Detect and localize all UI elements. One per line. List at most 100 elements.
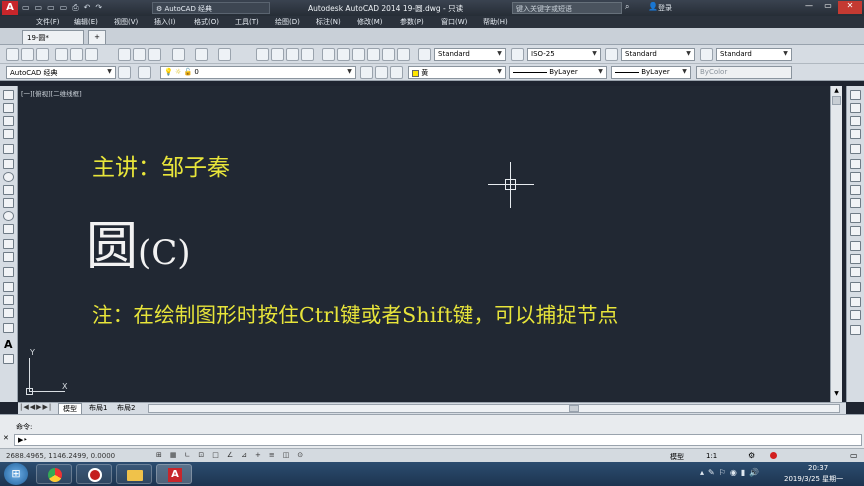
window-minimize-button[interactable]: — — [800, 1, 818, 14]
multileader-style-select[interactable]: Standard ▼ — [716, 48, 792, 61]
menu-format[interactable]: 格式(O) — [194, 17, 219, 27]
workspace-switcher[interactable]: ⚙ AutoCAD 经典 — [152, 2, 270, 14]
pan-icon[interactable] — [256, 48, 269, 61]
linetype-select[interactable]: ByLayer ▼ — [509, 66, 607, 79]
drafting-toggles[interactable]: ⊞▦∟⊡□∠⊿+≡◫⊙ — [156, 451, 356, 461]
search-icon[interactable]: ⌕ — [625, 2, 629, 12]
construction-line-icon[interactable] — [3, 103, 14, 113]
clock-time[interactable]: 20:37 — [808, 464, 828, 472]
fullscreen-icon[interactable]: ▭ — [850, 451, 858, 460]
gradient-icon[interactable] — [3, 295, 14, 305]
line-tool-icon[interactable] — [3, 90, 14, 100]
stretch-icon[interactable] — [850, 198, 861, 208]
make-current-layer-icon[interactable] — [360, 66, 373, 79]
taskbar-recorder-icon[interactable] — [76, 464, 112, 484]
new-tab-button[interactable]: + — [88, 30, 106, 44]
dim-style-icon[interactable] — [511, 48, 524, 61]
annotation-scale[interactable]: 1:1 — [706, 452, 717, 460]
polygon-icon[interactable] — [3, 129, 14, 139]
horizontal-scroll-thumb[interactable] — [569, 405, 579, 412]
tray-icons[interactable]: ▴✎⚐◉▮🔊 — [700, 468, 784, 480]
workspace-select[interactable]: AutoCAD 经典 ▼ — [6, 66, 116, 79]
zoom-window-icon[interactable] — [286, 48, 299, 61]
window-close-button[interactable]: ✕ — [838, 1, 862, 14]
save-icon[interactable] — [36, 48, 49, 61]
command-input[interactable]: ▶‣ — [14, 434, 862, 446]
make-block-icon[interactable] — [3, 252, 14, 262]
viewport-controls[interactable]: [一][俯视][二维线框] — [21, 88, 82, 98]
copy-icon[interactable] — [133, 48, 146, 61]
command-close-icon[interactable]: ✕ — [3, 434, 9, 442]
menu-dimension[interactable]: 标注(N) — [316, 17, 341, 27]
break-at-point-icon[interactable] — [850, 241, 861, 251]
polyline-icon[interactable] — [3, 116, 14, 126]
tool-palettes-icon[interactable] — [352, 48, 365, 61]
paste-icon[interactable] — [148, 48, 161, 61]
properties-icon[interactable] — [322, 48, 335, 61]
scroll-up-button[interactable]: ▲ — [832, 87, 841, 96]
erase-icon[interactable] — [850, 90, 861, 100]
quick-access-icons[interactable]: ▭▭▭▭⎙↶↷ — [22, 3, 142, 13]
calculator-icon[interactable] — [397, 48, 410, 61]
trim-icon[interactable] — [850, 213, 861, 223]
vertical-scrollbar[interactable]: ▲ ▼ — [830, 86, 842, 402]
scroll-down-button[interactable]: ▼ — [832, 390, 841, 399]
cut-icon[interactable] — [118, 48, 131, 61]
open-file-icon[interactable] — [21, 48, 34, 61]
point-icon[interactable] — [3, 267, 14, 277]
start-button[interactable]: ⊞ — [4, 463, 28, 485]
zoom-realtime-icon[interactable] — [271, 48, 284, 61]
user-icon[interactable]: 👤 — [648, 2, 658, 11]
menu-modify[interactable]: 修改(M) — [357, 17, 383, 27]
color-select[interactable]: 黄 ▼ — [408, 66, 506, 79]
array-icon[interactable] — [850, 144, 861, 154]
break-icon[interactable] — [850, 254, 861, 264]
revision-cloud-icon[interactable] — [3, 185, 14, 195]
clock-date[interactable]: 2019/3/25 星期一 — [784, 474, 843, 484]
menu-view[interactable]: 视图(V) — [114, 17, 138, 27]
redo-icon[interactable] — [218, 48, 231, 61]
move-icon[interactable] — [850, 159, 861, 169]
preview-icon[interactable] — [70, 48, 83, 61]
layer-select[interactable]: 💡 ☼ 🔓 0 ▼ — [160, 66, 356, 79]
menu-parametric[interactable]: 参数(P) — [400, 17, 424, 27]
undo-icon[interactable] — [195, 48, 208, 61]
table-icon[interactable] — [3, 323, 14, 333]
spline-icon[interactable] — [3, 198, 14, 208]
search-input[interactable]: 键入关键字或短语 — [512, 2, 622, 14]
window-maximize-button[interactable]: ▭ — [819, 1, 837, 14]
tab-nav-arrows[interactable]: |◀◀▶▶| — [20, 403, 52, 411]
ellipse-arc-icon[interactable] — [3, 224, 14, 234]
publish-icon[interactable] — [85, 48, 98, 61]
table-style-select[interactable]: Standard ▼ — [621, 48, 695, 61]
circle-icon[interactable] — [3, 172, 14, 182]
copy-object-icon[interactable] — [850, 103, 861, 113]
layer-state-icon[interactable] — [390, 66, 403, 79]
dim-style-select[interactable]: ISO-25 ▼ — [527, 48, 601, 61]
menu-draw[interactable]: 绘图(D) — [275, 17, 300, 27]
rotate-icon[interactable] — [850, 172, 861, 182]
login-link[interactable]: 登录 — [658, 3, 672, 13]
insert-block-icon[interactable] — [3, 239, 14, 249]
horizontal-scrollbar[interactable] — [148, 404, 840, 413]
blend-curves-icon[interactable] — [850, 310, 861, 320]
sheet-set-icon[interactable] — [367, 48, 380, 61]
add-selected-icon[interactable] — [3, 354, 14, 364]
print-icon[interactable] — [55, 48, 68, 61]
plotstyle-select[interactable]: ByColor — [696, 66, 792, 79]
taskbar-chrome-icon[interactable] — [36, 464, 72, 484]
menu-insert[interactable]: 插入(I) — [154, 17, 176, 27]
join-icon[interactable] — [850, 267, 861, 277]
menu-window[interactable]: 窗口(W) — [441, 17, 467, 27]
menu-edit[interactable]: 编辑(E) — [74, 17, 98, 27]
multileader-style-icon[interactable] — [700, 48, 713, 61]
explode-icon[interactable] — [850, 325, 861, 335]
zoom-previous-icon[interactable] — [301, 48, 314, 61]
chamfer-icon[interactable] — [850, 282, 861, 292]
menu-help[interactable]: 帮助(H) — [483, 17, 508, 27]
layer-previous-icon[interactable] — [375, 66, 388, 79]
file-tab-active[interactable]: 19-圆* — [22, 30, 84, 44]
text-style-select[interactable]: Standard ▼ — [434, 48, 506, 61]
multiline-text-icon[interactable]: A — [4, 338, 13, 351]
taskbar-explorer-icon[interactable] — [116, 464, 152, 484]
